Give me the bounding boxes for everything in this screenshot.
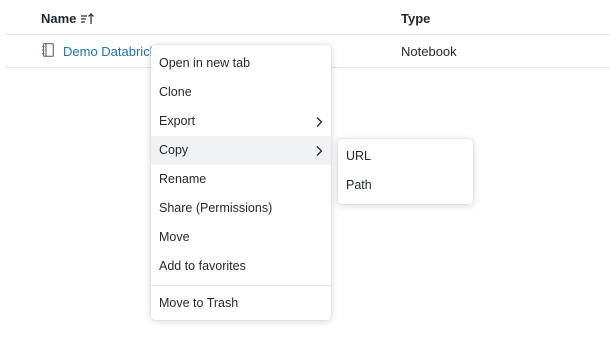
row-type-cell: Notebook [401, 44, 457, 59]
context-menu: Open in new tab Clone Export Copy Rename… [151, 45, 331, 320]
column-header-name[interactable]: Name [41, 11, 95, 26]
menu-item-label: Clone [159, 85, 192, 99]
menu-divider [151, 285, 331, 286]
menu-item-move-to-trash[interactable]: Move to Trash [151, 289, 331, 318]
menu-item-label: Copy [159, 143, 189, 157]
menu-item-share-permissions[interactable]: Share (Permissions) [151, 194, 331, 223]
sort-ascending-icon[interactable] [80, 12, 95, 25]
menu-item-open-in-new-tab[interactable]: Open in new tab [151, 49, 331, 78]
chevron-right-icon [316, 146, 323, 156]
submenu-item-path[interactable]: Path [338, 171, 473, 200]
menu-item-clone[interactable]: Clone [151, 78, 331, 107]
submenu-item-label: Path [346, 178, 372, 192]
menu-item-move[interactable]: Move [151, 223, 331, 252]
notebook-icon [42, 43, 54, 57]
workspace-page: Name Type Demo Databricks Notebook Open … [0, 0, 610, 343]
menu-item-label: Share (Permissions) [159, 201, 273, 215]
table-header: Name Type [5, 0, 610, 35]
menu-item-label: Move [159, 230, 190, 244]
menu-item-label: Add to favorites [159, 259, 246, 273]
copy-submenu: URL Path [338, 139, 473, 204]
menu-item-rename[interactable]: Rename [151, 165, 331, 194]
menu-item-label: Move to Trash [159, 296, 239, 310]
column-header-type[interactable]: Type [401, 11, 430, 26]
chevron-right-icon [316, 117, 323, 127]
submenu-item-label: URL [346, 149, 372, 163]
menu-item-label: Open in new tab [159, 56, 251, 70]
notebook-link[interactable]: Demo Databricks [63, 44, 163, 59]
menu-item-export[interactable]: Export [151, 107, 331, 136]
menu-item-label: Rename [159, 172, 207, 186]
menu-item-label: Export [159, 114, 196, 128]
menu-item-copy[interactable]: Copy [151, 136, 331, 165]
menu-item-add-to-favorites[interactable]: Add to favorites [151, 252, 331, 281]
column-header-name-label: Name [41, 11, 77, 26]
submenu-item-url[interactable]: URL [338, 142, 473, 171]
